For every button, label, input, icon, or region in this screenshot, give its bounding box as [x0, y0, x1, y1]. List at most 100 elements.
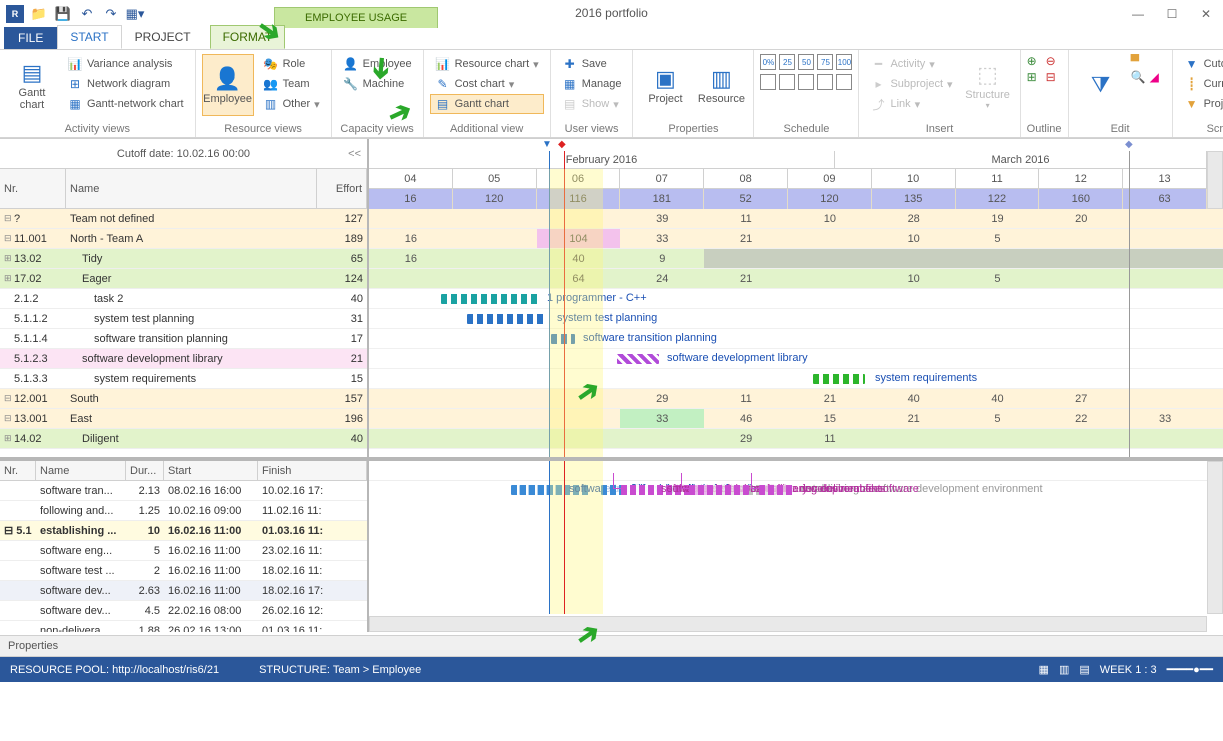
- col-hdr-name[interactable]: Name: [66, 169, 317, 208]
- maximize-button[interactable]: ☐: [1155, 2, 1189, 26]
- current-date-button[interactable]: ┋Current date: [1179, 74, 1223, 94]
- col-hdr-nr[interactable]: Nr.: [0, 169, 66, 208]
- filter-button[interactable]: ⧩: [1075, 54, 1127, 116]
- table-row[interactable]: 5.1.1.2system test planning31: [0, 309, 367, 329]
- qat-undo-icon[interactable]: ↶: [78, 5, 96, 23]
- outline-expand-all-icon[interactable]: ⊞: [1027, 70, 1043, 86]
- table-row[interactable]: software test ...216.02.16 11:0018.02.16…: [0, 561, 367, 581]
- find-icon[interactable]: 🔍: [1131, 70, 1147, 86]
- col-hdr-nr[interactable]: Nr.: [0, 461, 36, 480]
- employee-button[interactable]: 👤 Employee: [202, 54, 254, 116]
- table-row[interactable]: ⊞17.02Eager124: [0, 269, 367, 289]
- erase-icon[interactable]: ◢: [1150, 70, 1166, 86]
- activity-icon: ━: [870, 56, 886, 72]
- highlight-icon[interactable]: ▀: [1131, 54, 1147, 70]
- manage-view-button[interactable]: ▦Manage: [557, 74, 627, 94]
- table-row[interactable]: 5.1.3.3system requirements15: [0, 369, 367, 389]
- col-hdr-finish[interactable]: Finish: [258, 461, 367, 480]
- today-vline: [564, 461, 565, 614]
- tab-project[interactable]: PROJECT: [122, 25, 204, 49]
- sched-25-button[interactable]: 25: [779, 54, 795, 70]
- additional-gantt-chart-button[interactable]: ▤Gantt chart: [430, 94, 544, 114]
- role-button[interactable]: 🎭Role: [258, 54, 325, 74]
- col-hdr-start[interactable]: Start: [164, 461, 258, 480]
- scrollbar-v[interactable]: [1207, 151, 1223, 209]
- gantt-network-chart-button[interactable]: ▦Gantt-network chart: [62, 94, 189, 114]
- minimize-button[interactable]: —: [1121, 2, 1155, 26]
- gantt-lane: software transition planning: [369, 499, 1223, 517]
- sched-btn[interactable]: [817, 74, 833, 90]
- col-hdr-effort[interactable]: Effort: [317, 169, 367, 208]
- table-row[interactable]: 5.1.2.3software development library21: [0, 349, 367, 369]
- qat-redo-icon[interactable]: ↷: [102, 5, 120, 23]
- bottom-left-grid: Nr. Name Dur... Start Finish software tr…: [0, 461, 369, 632]
- table-row[interactable]: software eng...516.02.16 11:0023.02.16 1…: [0, 541, 367, 561]
- cutoff-date-button[interactable]: ▼Cutoff date: [1179, 54, 1223, 74]
- save-icon: ✚: [562, 56, 578, 72]
- top-gantt[interactable]: ▼ ◆ ◆ February 2016March 2016 0405060708…: [369, 139, 1223, 457]
- collapse-button[interactable]: <<: [348, 148, 361, 160]
- table-row[interactable]: software tran...2.1308.02.16 16:0010.02.…: [0, 481, 367, 501]
- manage-icon: ▦: [562, 76, 578, 92]
- cap-employee-button[interactable]: 👤Employee: [338, 54, 417, 74]
- col-hdr-name[interactable]: Name: [36, 461, 126, 480]
- outline-collapse-all-icon[interactable]: ⊟: [1046, 70, 1062, 86]
- sched-50-button[interactable]: 50: [798, 54, 814, 70]
- properties-bar[interactable]: Properties: [0, 635, 1223, 657]
- tab-start[interactable]: START: [57, 25, 121, 49]
- bottom-gantt[interactable]: software installation planningsoftware t…: [369, 461, 1223, 632]
- sched-0-button[interactable]: 0%: [760, 54, 776, 70]
- status-view-icon[interactable]: ▥: [1059, 663, 1069, 676]
- table-row[interactable]: ⊟?Team not defined127: [0, 209, 367, 229]
- resource-chart-button[interactable]: 📊Resource chart ▾: [430, 54, 544, 74]
- outline-collapse-icon[interactable]: ⊖: [1046, 54, 1062, 70]
- table-row[interactable]: software dev...4.522.02.16 08:0026.02.16…: [0, 601, 367, 621]
- outline-expand-icon[interactable]: ⊕: [1027, 54, 1043, 70]
- cost-chart-button[interactable]: ✎Cost chart ▾: [430, 74, 544, 94]
- show-view-button: ▤Show ▾: [557, 94, 627, 114]
- table-row[interactable]: ⊟13.001East196: [0, 409, 367, 429]
- table-row[interactable]: ⊞13.02Tidy65: [0, 249, 367, 269]
- sched-btn[interactable]: [779, 74, 795, 90]
- sched-75-button[interactable]: 75: [817, 54, 833, 70]
- zoom-slider[interactable]: ━━━━●━━: [1167, 663, 1213, 676]
- status-view-icon[interactable]: ▦: [1039, 663, 1049, 676]
- project-props-button[interactable]: ▣Project: [639, 54, 691, 116]
- gantt-chart-button[interactable]: ▤ Gantt chart: [6, 54, 58, 116]
- project-start-button[interactable]: ▼Project start ▾: [1179, 94, 1223, 114]
- table-row[interactable]: ⊟12.001South157: [0, 389, 367, 409]
- resource-props-button[interactable]: ▥Resource: [695, 54, 747, 116]
- tab-format[interactable]: FORMAT: [210, 25, 286, 49]
- cap-machine-button[interactable]: 🔧Machine: [338, 74, 417, 94]
- gantt-icon: ▤: [435, 96, 451, 112]
- sched-btn[interactable]: [836, 74, 852, 90]
- table-row[interactable]: ⊟ 5.1establishing ...1016.02.16 11:0001.…: [0, 521, 367, 541]
- table-row[interactable]: ⊟11.001North - Team A189: [0, 229, 367, 249]
- table-row[interactable]: 2.1.2task 240: [0, 289, 367, 309]
- save-view-button[interactable]: ✚Save: [557, 54, 627, 74]
- network-diagram-button[interactable]: ⊞Network diagram: [62, 74, 189, 94]
- variance-analysis-button[interactable]: 📊Variance analysis: [62, 54, 189, 74]
- other-button[interactable]: ▥Other ▾: [258, 94, 325, 114]
- table-row[interactable]: non-delivera...1.8826.02.16 13:0001.03.1…: [0, 621, 367, 632]
- close-button[interactable]: ✕: [1189, 2, 1223, 26]
- sched-btn[interactable]: [798, 74, 814, 90]
- group-label: Resource views: [202, 121, 325, 135]
- qat-calendar-icon[interactable]: ▦▾: [126, 5, 144, 23]
- status-view-icon[interactable]: ▤: [1079, 663, 1089, 676]
- col-hdr-dur[interactable]: Dur...: [126, 461, 164, 480]
- gantt-lane: system requirements: [369, 369, 1223, 389]
- team-button[interactable]: 👥Team: [258, 74, 325, 94]
- scrollbar-h[interactable]: [369, 616, 1207, 632]
- sched-btn[interactable]: [760, 74, 776, 90]
- table-row[interactable]: ⊞14.02Diligent40: [0, 429, 367, 449]
- tab-file[interactable]: FILE: [4, 27, 57, 49]
- qat-open-icon[interactable]: 📁: [30, 5, 48, 23]
- scrollbar-v[interactable]: [1207, 461, 1223, 614]
- sched-100-button[interactable]: 100: [836, 54, 852, 70]
- table-row[interactable]: software dev...2.6316.02.16 11:0018.02.1…: [0, 581, 367, 601]
- table-row[interactable]: following and...1.2510.02.16 09:0011.02.…: [0, 501, 367, 521]
- table-row[interactable]: 5.1.1.4software transition planning17: [0, 329, 367, 349]
- qat-save-icon[interactable]: 💾: [54, 5, 72, 23]
- status-bar: RESOURCE POOL: http://localhost/ris6/21 …: [0, 657, 1223, 682]
